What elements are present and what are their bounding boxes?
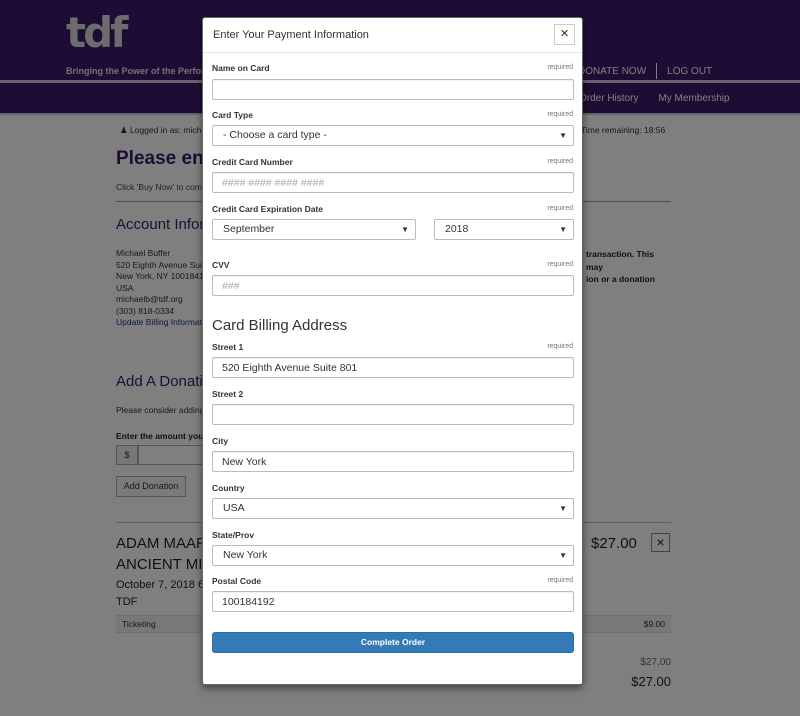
state-label: State/Prov bbox=[212, 530, 255, 540]
name-on-card-label: Name on Card bbox=[212, 63, 270, 73]
required-indicator: required bbox=[547, 111, 573, 118]
required-indicator: required bbox=[547, 261, 573, 268]
city-label: City bbox=[212, 436, 229, 446]
street2-label: Street 2 bbox=[212, 389, 244, 399]
dropdown-arrow-icon: ▼ bbox=[401, 225, 409, 234]
expiration-year-select[interactable]: 2018 ▼ bbox=[434, 219, 574, 240]
close-button[interactable]: × bbox=[554, 24, 575, 45]
card-type-select[interactable]: - Choose a card type - ▼ bbox=[212, 125, 574, 146]
dropdown-arrow-icon: ▼ bbox=[559, 225, 567, 234]
postal-code-label: Postal Code bbox=[212, 576, 262, 586]
state-select[interactable]: New York ▼ bbox=[212, 545, 574, 566]
required-indicator: required bbox=[547, 205, 573, 212]
cvv-label: CVV bbox=[212, 260, 230, 270]
name-on-card-input[interactable] bbox=[212, 79, 574, 100]
dropdown-arrow-icon: ▼ bbox=[559, 504, 567, 513]
payment-modal: Enter Your Payment Information × Name on… bbox=[202, 17, 583, 685]
dropdown-arrow-icon: ▼ bbox=[559, 131, 567, 140]
street1-label: Street 1 bbox=[212, 342, 244, 352]
city-input[interactable] bbox=[212, 451, 574, 472]
required-indicator: required bbox=[547, 343, 573, 350]
card-number-input[interactable] bbox=[212, 172, 574, 193]
country-label: Country bbox=[212, 483, 245, 493]
dropdown-arrow-icon: ▼ bbox=[559, 551, 567, 560]
billing-address-title: Card Billing Address bbox=[212, 317, 348, 334]
required-indicator: required bbox=[547, 158, 573, 165]
close-icon: × bbox=[560, 25, 569, 42]
card-type-label: Card Type bbox=[212, 110, 253, 120]
street1-input[interactable] bbox=[212, 357, 574, 378]
street2-input[interactable] bbox=[212, 404, 574, 425]
expiration-label: Credit Card Expiration Date bbox=[212, 204, 323, 214]
expiration-month-select[interactable]: September ▼ bbox=[212, 219, 416, 240]
cvv-input[interactable] bbox=[212, 275, 574, 296]
country-select[interactable]: USA ▼ bbox=[212, 498, 574, 519]
modal-header: Enter Your Payment Information × bbox=[203, 18, 582, 53]
required-indicator: required bbox=[547, 577, 573, 584]
modal-title: Enter Your Payment Information bbox=[213, 29, 369, 41]
required-indicator: required bbox=[547, 64, 573, 71]
complete-order-button[interactable]: Complete Order bbox=[212, 632, 574, 653]
postal-code-input[interactable] bbox=[212, 591, 574, 612]
card-number-label: Credit Card Number bbox=[212, 157, 293, 167]
